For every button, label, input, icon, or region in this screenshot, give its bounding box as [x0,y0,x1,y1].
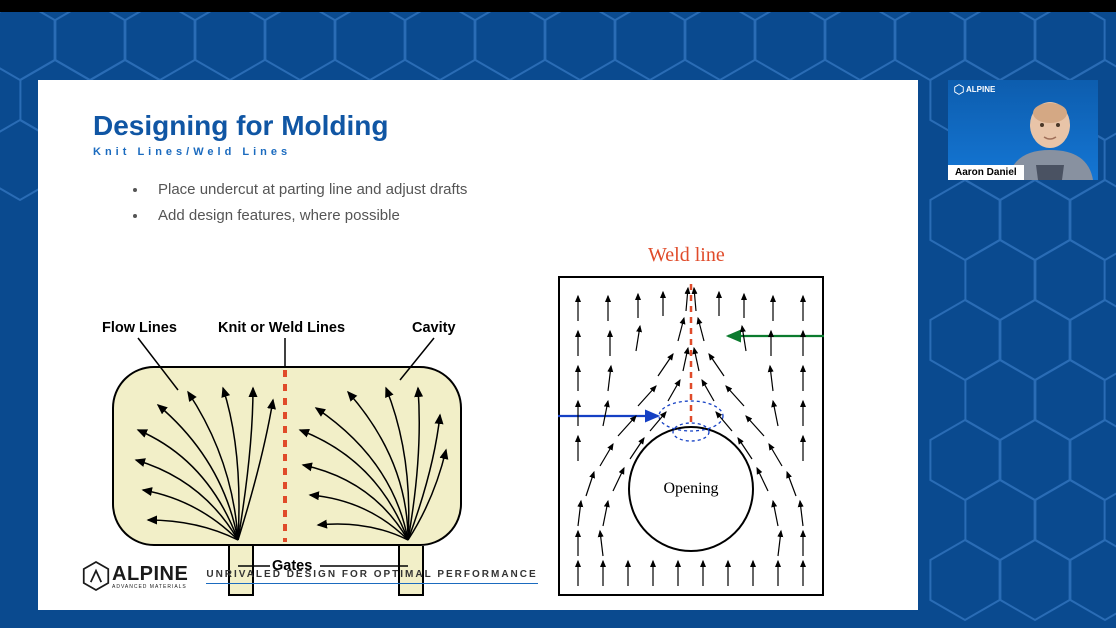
bullet-list: Place undercut at parting line and adjus… [108,180,863,225]
logo-brand-name: ALPINE [112,563,188,586]
bullet-item: Add design features, where possible [148,206,508,226]
diagram-container: Flow Lines Knit or Weld Lines Cavity Gat… [88,240,838,600]
flow-arrows-left [88,300,488,600]
bullet-item: Place undercut at parting line and adjus… [148,180,508,200]
slide-footer: ALPINE ADVANCED MATERIALS UNRIVALED DESI… [82,560,538,592]
webcam-brand-logo: ALPINE [954,84,995,95]
slide-title: Designing for Molding [93,110,863,142]
footer-tagline: UNRIVALED DESIGN FOR OPTIMAL PERFORMANCE [206,569,537,584]
logo-brand-sub: ADVANCED MATERIALS [112,584,188,590]
cavity-diagram: Flow Lines Knit or Weld Lines Cavity Gat… [88,300,488,590]
slide-subtitle: Knit Lines/Weld Lines [93,146,863,158]
speaker-name-tag: Aaron Daniel [948,165,1024,180]
presentation-slide: Designing for Molding Knit Lines/Weld Li… [38,80,918,610]
opening-circle: Opening [628,426,754,552]
speaker-webcam: ALPINE Aaron Daniel [948,80,1098,180]
weld-line-title: Weld line [648,244,725,267]
logo-hexagon-icon [82,560,110,592]
weld-line-diagram: Weld line Opening [518,240,838,600]
opening-label: Opening [663,480,718,498]
logo-hexagon-icon [954,84,964,95]
alpine-logo: ALPINE ADVANCED MATERIALS [82,560,188,592]
video-top-bar [0,0,1116,12]
